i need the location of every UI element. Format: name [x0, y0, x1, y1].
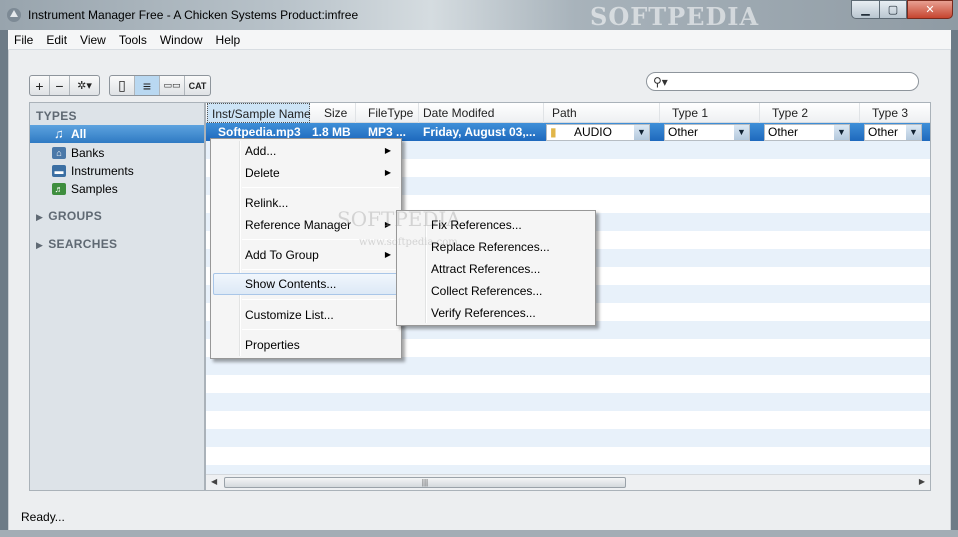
type2-combo[interactable]: Other ▼ [764, 124, 850, 141]
menu-edit[interactable]: Edit [40, 33, 74, 47]
submenu-arrow-icon: ▶ [384, 146, 391, 155]
table-row-empty [206, 429, 930, 447]
sidebar-item-label: Banks [71, 146, 105, 160]
chevron-down-icon[interactable]: ▼ [634, 125, 649, 140]
sidebar-item-label: All [71, 127, 87, 141]
sidebar-item-banks[interactable]: ⌂ Banks [52, 144, 104, 162]
sidebar-item-label: Samples [71, 182, 118, 196]
menu-window[interactable]: Window [154, 33, 210, 47]
type3-combo[interactable]: Other ▼ [864, 124, 922, 141]
magnifier-icon: ⚲▾ [653, 75, 668, 89]
chevron-down-icon[interactable]: ▼ [834, 125, 849, 140]
scroll-left-icon[interactable]: ◀ [211, 477, 217, 486]
column-header-type1[interactable]: Type 1 [660, 103, 760, 123]
menu-item-properties[interactable]: Properties [213, 334, 399, 356]
instrument-icon: ▬ [52, 165, 66, 177]
sidebar-item-all[interactable]: ♫ All [30, 125, 204, 143]
menu-tools[interactable]: Tools [113, 33, 154, 47]
table-header: Inst/Sample Name Size FileType Date Modi… [206, 103, 930, 123]
window-title: Instrument Manager Free - A Chicken Syst… [28, 8, 359, 22]
menu-item-attract-references[interactable]: Attract References... [399, 258, 593, 280]
settings-button[interactable]: ✲▾ [70, 76, 99, 95]
sidebar-item-samples[interactable]: ♬ Samples [52, 180, 118, 198]
menu-file[interactable]: File [8, 33, 40, 47]
scroll-thumb[interactable]: ||| [224, 477, 626, 488]
column-header-name[interactable]: Inst/Sample Name [207, 103, 311, 123]
menu-bar: File Edit View Tools Window Help [8, 30, 951, 50]
scroll-right-icon[interactable]: ▶ [919, 477, 925, 486]
chevron-down-icon[interactable]: ▼ [734, 125, 749, 140]
chevron-down-icon[interactable]: ▼ [906, 125, 921, 140]
column-header-size[interactable]: Size [310, 103, 356, 123]
search-input[interactable]: ⚲▾ [646, 72, 919, 91]
menu-item-verify-references[interactable]: Verify References... [399, 302, 593, 324]
types-header: TYPES [36, 109, 77, 123]
watermark: SOFTPEDIA [590, 2, 760, 31]
searches-header[interactable]: ▶ SEARCHES [36, 237, 117, 251]
menu-item-fix-references[interactable]: Fix References... [399, 214, 593, 236]
menu-item-customize-list[interactable]: Customize List... [213, 304, 399, 326]
view-toolbar: ▯ ≡ ▭▭ CAT [109, 75, 211, 96]
sidebar-item-instruments[interactable]: ▬ Instruments [52, 162, 134, 180]
bank-icon: ⌂ [52, 147, 66, 159]
table-row-empty [206, 357, 930, 375]
menu-item-delete[interactable]: Delete ▶ [213, 162, 399, 184]
sidebar: TYPES ♫ All ⌂ Banks ▬ Instruments ♬ Samp… [29, 102, 205, 491]
reference-manager-submenu: SOFTPEDIA www.softpedia.com Fix Referenc… [337, 207, 596, 326]
context-menu: Add... ▶ Delete ▶ Relink... Reference Mana… [210, 138, 402, 359]
type1-combo[interactable]: Other ▼ [664, 124, 750, 141]
speaker-icon: ♬ [52, 183, 66, 195]
menu-item-show-contents[interactable]: Show Contents... [213, 273, 399, 295]
column-header-filetype[interactable]: FileType [356, 103, 419, 123]
category-view-icon[interactable]: CAT [185, 76, 210, 95]
close-button[interactable]: ✕ [907, 0, 953, 19]
status-text: Ready... [21, 510, 65, 524]
groups-header[interactable]: ▶ GROUPS [36, 209, 102, 223]
sidebar-item-label: Instruments [71, 164, 134, 178]
title-bar[interactable]: Instrument Manager Free - A Chicken Syst… [0, 0, 958, 31]
column-view-icon[interactable]: ▭▭ [160, 76, 185, 95]
file-view-icon[interactable]: ▯ [110, 76, 135, 95]
menu-help[interactable]: Help [210, 33, 248, 47]
column-header-date[interactable]: Date Modifed [419, 103, 544, 123]
cell-date: Friday, August 03,... [423, 125, 536, 139]
folder-icon: ▮ [550, 125, 557, 139]
edit-toolbar: + − ✲▾ [29, 75, 100, 96]
expand-arrow-icon: ▶ [36, 240, 44, 250]
menu-view[interactable]: View [74, 33, 113, 47]
horizontal-scrollbar[interactable]: ◀ ||| ▶ [206, 474, 930, 490]
list-view-icon[interactable]: ≡ [135, 76, 160, 95]
column-header-type2[interactable]: Type 2 [760, 103, 860, 123]
minimize-button[interactable]: ▁ [851, 0, 879, 19]
menu-item-collect-references[interactable]: Collect References... [399, 280, 593, 302]
column-header-path[interactable]: Path [544, 103, 660, 123]
menu-item-add[interactable]: Add... ▶ [213, 140, 399, 162]
column-header-type3[interactable]: Type 3 [860, 103, 930, 123]
table-row-empty [206, 393, 930, 411]
window-border [0, 530, 958, 537]
add-button[interactable]: + [30, 76, 50, 95]
app-icon [7, 8, 21, 22]
menu-item-replace-references[interactable]: Replace References... [399, 236, 593, 258]
submenu-arrow-icon: ▶ [384, 168, 391, 177]
remove-button[interactable]: − [50, 76, 70, 95]
expand-arrow-icon: ▶ [36, 212, 44, 222]
maximize-button[interactable]: ▢ [879, 0, 907, 19]
note-icon: ♫ [54, 126, 64, 141]
path-combo[interactable]: ▮ AUDIO ▼ [546, 124, 650, 141]
